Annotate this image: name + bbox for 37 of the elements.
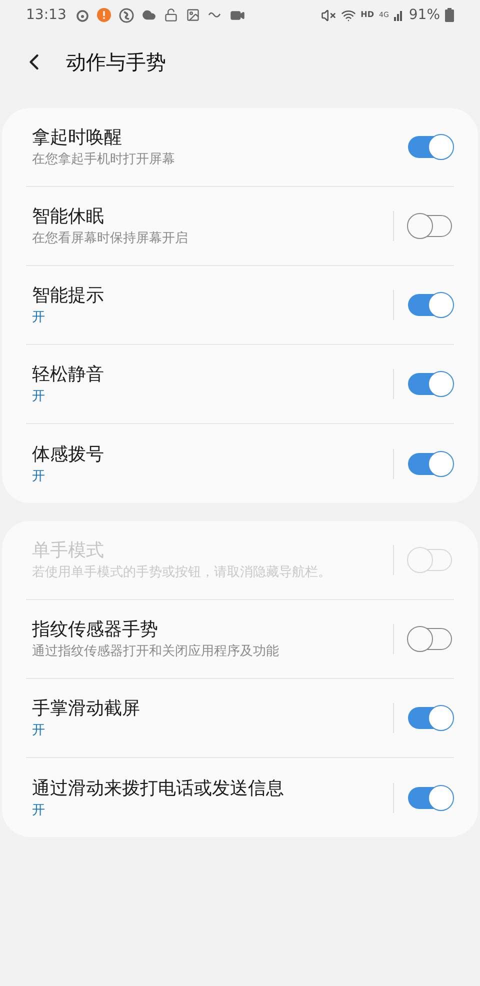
setting-subtitle: 开 (32, 388, 46, 406)
wifi-icon (340, 8, 356, 22)
toggle-switch[interactable] (408, 215, 452, 237)
setting-title: 智能休眠 (32, 205, 105, 229)
toggle-switch[interactable] (408, 294, 452, 316)
battery-percent: 91% (408, 6, 440, 24)
unlock-icon (164, 8, 178, 22)
setting-subtitle: 在您拿起手机时打开屏幕 (32, 151, 176, 169)
setting-subtitle: 在您看屏幕时保持屏幕开启 (32, 230, 189, 248)
setting-subtitle: 通过指纹传感器打开和关闭应用程序及功能 (32, 643, 280, 661)
image-icon (186, 8, 200, 22)
setting-subtitle: 开 (32, 468, 46, 486)
mute-icon (320, 8, 336, 22)
toggle-switch[interactable] (408, 786, 452, 808)
setting-title: 智能提示 (32, 284, 105, 308)
setting-title: 手掌滑动截屏 (32, 697, 141, 721)
setting-subtitle: 开 (32, 309, 46, 327)
signal-icon (394, 9, 404, 21)
setting-title: 通过滑动来拨打电话或发送信息 (32, 776, 285, 800)
alert-icon (97, 8, 112, 22)
toggle-switch[interactable] (408, 136, 452, 158)
status-time: 13:13 (26, 6, 66, 24)
setting-title: 体感拨号 (32, 442, 105, 466)
toggle-switch[interactable] (408, 373, 452, 395)
toggle-switch[interactable] (408, 707, 452, 729)
battery-icon (445, 8, 454, 22)
setting-title: 轻松静音 (32, 363, 105, 387)
setting-title: 指纹传感器手势 (32, 618, 159, 642)
setting-subtitle: 开 (32, 722, 46, 740)
toggle-switch[interactable] (408, 452, 452, 474)
toggle-switch[interactable] (408, 628, 452, 650)
swirl-icon (119, 8, 134, 22)
page-title: 动作与手势 (66, 49, 166, 76)
setting-title: 拿起时唤醒 (32, 126, 123, 150)
setting-subtitle: 开 (32, 802, 46, 820)
cloud-icon (142, 8, 156, 22)
network-label: HD (360, 9, 374, 21)
